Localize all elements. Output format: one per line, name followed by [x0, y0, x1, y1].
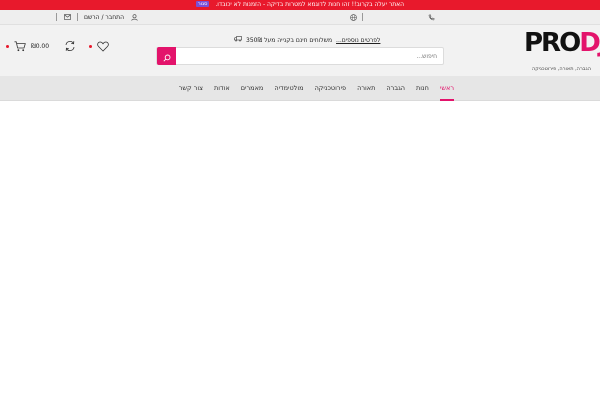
page: האתר יעלה בקרוב!! זהו חנות לדוגמא למטרות… — [0, 0, 600, 400]
mail-icon[interactable] — [63, 13, 71, 21]
divider — [362, 13, 363, 21]
site-logo[interactable]: PRODJ הגברה, תאורה, פירוטכניקה — [524, 28, 600, 74]
search-input[interactable] — [179, 48, 441, 64]
shipping-details-link[interactable]: לפרטים נוספים... — [336, 37, 380, 44]
divider — [56, 13, 57, 21]
cart-total[interactable]: ₪0.00 — [31, 43, 49, 50]
main-nav: ראשי חנות הגברה תאורה פירוטכניקה מולטימד… — [0, 76, 600, 101]
shipping-text: משלוחים חינם בקנייה מעל 350₪ — [246, 36, 333, 44]
truck-icon — [234, 36, 242, 44]
shipping-notice: לפרטים נוספים... משלוחים חינם בקנייה מעל… — [234, 36, 380, 44]
search-bar — [156, 47, 444, 65]
nav-item-articles[interactable]: מאמרים — [241, 76, 264, 101]
heart-icon[interactable] — [96, 39, 110, 53]
nav-item-pyrotechnics[interactable]: פירוטכניקה — [315, 76, 347, 101]
main-content — [0, 101, 600, 400]
utility-row: התחבר / הרשם — [0, 10, 600, 25]
compare-icon[interactable] — [63, 39, 77, 53]
cart-count-badge — [6, 44, 9, 48]
globe-icon[interactable] — [349, 13, 357, 21]
site-header: PRODJ הגברה, תאורה, פירוטכניקה לפרטים נו… — [0, 25, 600, 76]
wishlist-count-badge — [89, 44, 93, 48]
logo-accent-text: DJ — [579, 28, 600, 58]
nav-item-lighting[interactable]: תאורה — [357, 76, 375, 101]
nav-item-multimedia[interactable]: מולטימדיה — [274, 76, 303, 101]
account-links: התחבר / הרשם — [56, 13, 138, 21]
logo-main-text: PRO — [524, 28, 581, 58]
cart-icon[interactable] — [13, 39, 27, 53]
phone-icon[interactable] — [427, 13, 435, 21]
nav-item-home[interactable]: ראשי — [439, 76, 455, 101]
nav-item-contact[interactable]: צור קשר — [179, 76, 203, 101]
divider — [77, 13, 78, 21]
logo-wordmark: PRODJ — [524, 28, 600, 58]
nav-item-shop[interactable]: חנות — [416, 76, 429, 101]
user-icon[interactable] — [130, 13, 138, 21]
notice-bar: האתר יעלה בקרוב!! זהו חנות לדוגמא למטרות… — [0, 0, 600, 10]
nav-item-sound[interactable]: הגברה — [386, 76, 405, 101]
logo-tagline: הגברה, תאורה, פירוטכניקה — [532, 66, 591, 72]
nav-list: ראשי חנות הגברה תאורה פירוטכניקה מולטימד… — [179, 76, 455, 101]
notice-text: האתר יעלה בקרוב!! זהו חנות לדוגמא למטרות… — [215, 1, 405, 8]
search-button[interactable] — [157, 47, 176, 65]
search-icon — [162, 47, 171, 66]
login-link[interactable]: התחבר / הרשם — [84, 14, 124, 21]
nav-item-about[interactable]: אודות — [214, 76, 230, 101]
cart-zone: ₪0.00 — [6, 39, 110, 53]
notice-dismiss-button[interactable]: סגור — [195, 1, 210, 7]
